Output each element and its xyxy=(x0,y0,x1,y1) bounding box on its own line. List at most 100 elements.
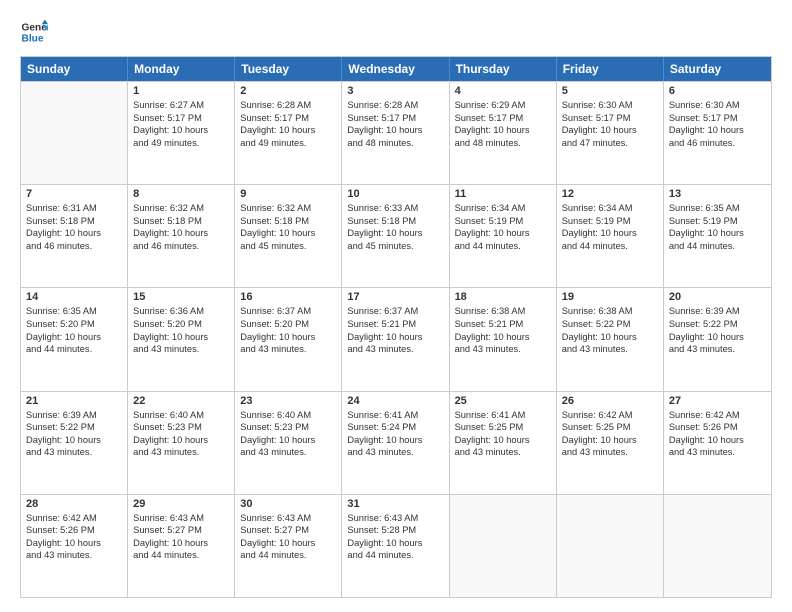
cell-line: Sunset: 5:21 PM xyxy=(347,318,443,331)
cell-line: and 43 minutes. xyxy=(455,446,551,459)
day-number: 17 xyxy=(347,291,443,303)
calendar-body: 1Sunrise: 6:27 AMSunset: 5:17 PMDaylight… xyxy=(21,81,771,597)
logo-icon: General Blue xyxy=(20,18,48,46)
weekday-header: Sunday xyxy=(21,57,128,81)
cell-line: Sunset: 5:17 PM xyxy=(669,112,766,125)
cell-line: Daylight: 10 hours xyxy=(240,537,336,550)
cell-line: Daylight: 10 hours xyxy=(669,124,766,137)
cell-line: and 43 minutes. xyxy=(26,446,122,459)
cell-line: Sunrise: 6:35 AM xyxy=(669,202,766,215)
cell-line: Sunrise: 6:42 AM xyxy=(669,409,766,422)
cell-line: Daylight: 10 hours xyxy=(240,227,336,240)
cell-line: Daylight: 10 hours xyxy=(133,537,229,550)
cell-line: Sunrise: 6:42 AM xyxy=(562,409,658,422)
day-number: 10 xyxy=(347,188,443,200)
cell-line: and 44 minutes. xyxy=(669,240,766,253)
day-number: 9 xyxy=(240,188,336,200)
day-number: 12 xyxy=(562,188,658,200)
day-number: 7 xyxy=(26,188,122,200)
cell-line: Sunrise: 6:29 AM xyxy=(455,99,551,112)
cell-line: Sunrise: 6:43 AM xyxy=(133,512,229,525)
cell-line: Sunrise: 6:34 AM xyxy=(562,202,658,215)
weekday-header: Friday xyxy=(557,57,664,81)
cell-line: and 44 minutes. xyxy=(26,343,122,356)
calendar-cell xyxy=(21,82,128,184)
cell-line: and 43 minutes. xyxy=(669,343,766,356)
weekday-header: Thursday xyxy=(450,57,557,81)
cell-line: Daylight: 10 hours xyxy=(133,331,229,344)
cell-line: Sunrise: 6:40 AM xyxy=(133,409,229,422)
day-number: 19 xyxy=(562,291,658,303)
cell-line: Sunset: 5:23 PM xyxy=(133,421,229,434)
calendar-cell: 16Sunrise: 6:37 AMSunset: 5:20 PMDayligh… xyxy=(235,288,342,390)
cell-line: Sunset: 5:20 PM xyxy=(26,318,122,331)
cell-line: Sunset: 5:24 PM xyxy=(347,421,443,434)
calendar-cell: 30Sunrise: 6:43 AMSunset: 5:27 PMDayligh… xyxy=(235,495,342,597)
cell-line: Sunset: 5:18 PM xyxy=(347,215,443,228)
calendar-cell: 14Sunrise: 6:35 AMSunset: 5:20 PMDayligh… xyxy=(21,288,128,390)
calendar-row: 14Sunrise: 6:35 AMSunset: 5:20 PMDayligh… xyxy=(21,287,771,390)
cell-line: Daylight: 10 hours xyxy=(133,434,229,447)
cell-line: and 45 minutes. xyxy=(240,240,336,253)
cell-line: Daylight: 10 hours xyxy=(240,331,336,344)
day-number: 29 xyxy=(133,498,229,510)
calendar-cell: 23Sunrise: 6:40 AMSunset: 5:23 PMDayligh… xyxy=(235,392,342,494)
calendar-cell: 13Sunrise: 6:35 AMSunset: 5:19 PMDayligh… xyxy=(664,185,771,287)
calendar-cell: 7Sunrise: 6:31 AMSunset: 5:18 PMDaylight… xyxy=(21,185,128,287)
cell-line: Sunset: 5:18 PM xyxy=(240,215,336,228)
cell-line: and 43 minutes. xyxy=(669,446,766,459)
day-number: 20 xyxy=(669,291,766,303)
cell-line: Sunrise: 6:28 AM xyxy=(240,99,336,112)
day-number: 22 xyxy=(133,395,229,407)
cell-line: Sunset: 5:23 PM xyxy=(240,421,336,434)
cell-line: and 43 minutes. xyxy=(455,343,551,356)
cell-line: and 49 minutes. xyxy=(133,137,229,150)
cell-line: Daylight: 10 hours xyxy=(455,434,551,447)
logo: General Blue xyxy=(20,18,48,46)
svg-text:Blue: Blue xyxy=(22,33,44,44)
day-number: 6 xyxy=(669,85,766,97)
calendar-cell: 20Sunrise: 6:39 AMSunset: 5:22 PMDayligh… xyxy=(664,288,771,390)
cell-line: Sunset: 5:17 PM xyxy=(455,112,551,125)
calendar-cell: 5Sunrise: 6:30 AMSunset: 5:17 PMDaylight… xyxy=(557,82,664,184)
day-number: 3 xyxy=(347,85,443,97)
cell-line: Daylight: 10 hours xyxy=(562,124,658,137)
cell-line: Sunset: 5:27 PM xyxy=(240,524,336,537)
cell-line: Sunset: 5:18 PM xyxy=(26,215,122,228)
cell-line: Sunset: 5:20 PM xyxy=(133,318,229,331)
day-number: 24 xyxy=(347,395,443,407)
calendar-cell: 2Sunrise: 6:28 AMSunset: 5:17 PMDaylight… xyxy=(235,82,342,184)
cell-line: Daylight: 10 hours xyxy=(669,227,766,240)
day-number: 30 xyxy=(240,498,336,510)
calendar-cell: 3Sunrise: 6:28 AMSunset: 5:17 PMDaylight… xyxy=(342,82,449,184)
cell-line: and 43 minutes. xyxy=(133,343,229,356)
day-number: 25 xyxy=(455,395,551,407)
cell-line: and 43 minutes. xyxy=(347,446,443,459)
cell-line: Sunset: 5:21 PM xyxy=(455,318,551,331)
calendar-cell: 24Sunrise: 6:41 AMSunset: 5:24 PMDayligh… xyxy=(342,392,449,494)
cell-line: Sunset: 5:17 PM xyxy=(133,112,229,125)
weekday-header: Wednesday xyxy=(342,57,449,81)
cell-line: and 44 minutes. xyxy=(347,549,443,562)
cell-line: Sunset: 5:18 PM xyxy=(133,215,229,228)
cell-line: Sunset: 5:22 PM xyxy=(669,318,766,331)
cell-line: Sunset: 5:25 PM xyxy=(562,421,658,434)
day-number: 31 xyxy=(347,498,443,510)
calendar-row: 1Sunrise: 6:27 AMSunset: 5:17 PMDaylight… xyxy=(21,81,771,184)
day-number: 8 xyxy=(133,188,229,200)
day-number: 2 xyxy=(240,85,336,97)
day-number: 21 xyxy=(26,395,122,407)
cell-line: Sunrise: 6:37 AM xyxy=(347,305,443,318)
cell-line: and 47 minutes. xyxy=(562,137,658,150)
cell-line: Daylight: 10 hours xyxy=(347,434,443,447)
calendar-cell: 25Sunrise: 6:41 AMSunset: 5:25 PMDayligh… xyxy=(450,392,557,494)
cell-line: Daylight: 10 hours xyxy=(347,331,443,344)
cell-line: Sunset: 5:28 PM xyxy=(347,524,443,537)
calendar-cell: 18Sunrise: 6:38 AMSunset: 5:21 PMDayligh… xyxy=(450,288,557,390)
calendar-cell xyxy=(450,495,557,597)
cell-line: Sunrise: 6:37 AM xyxy=(240,305,336,318)
day-number: 26 xyxy=(562,395,658,407)
cell-line: Sunrise: 6:35 AM xyxy=(26,305,122,318)
cell-line: Daylight: 10 hours xyxy=(562,434,658,447)
cell-line: Sunrise: 6:33 AM xyxy=(347,202,443,215)
